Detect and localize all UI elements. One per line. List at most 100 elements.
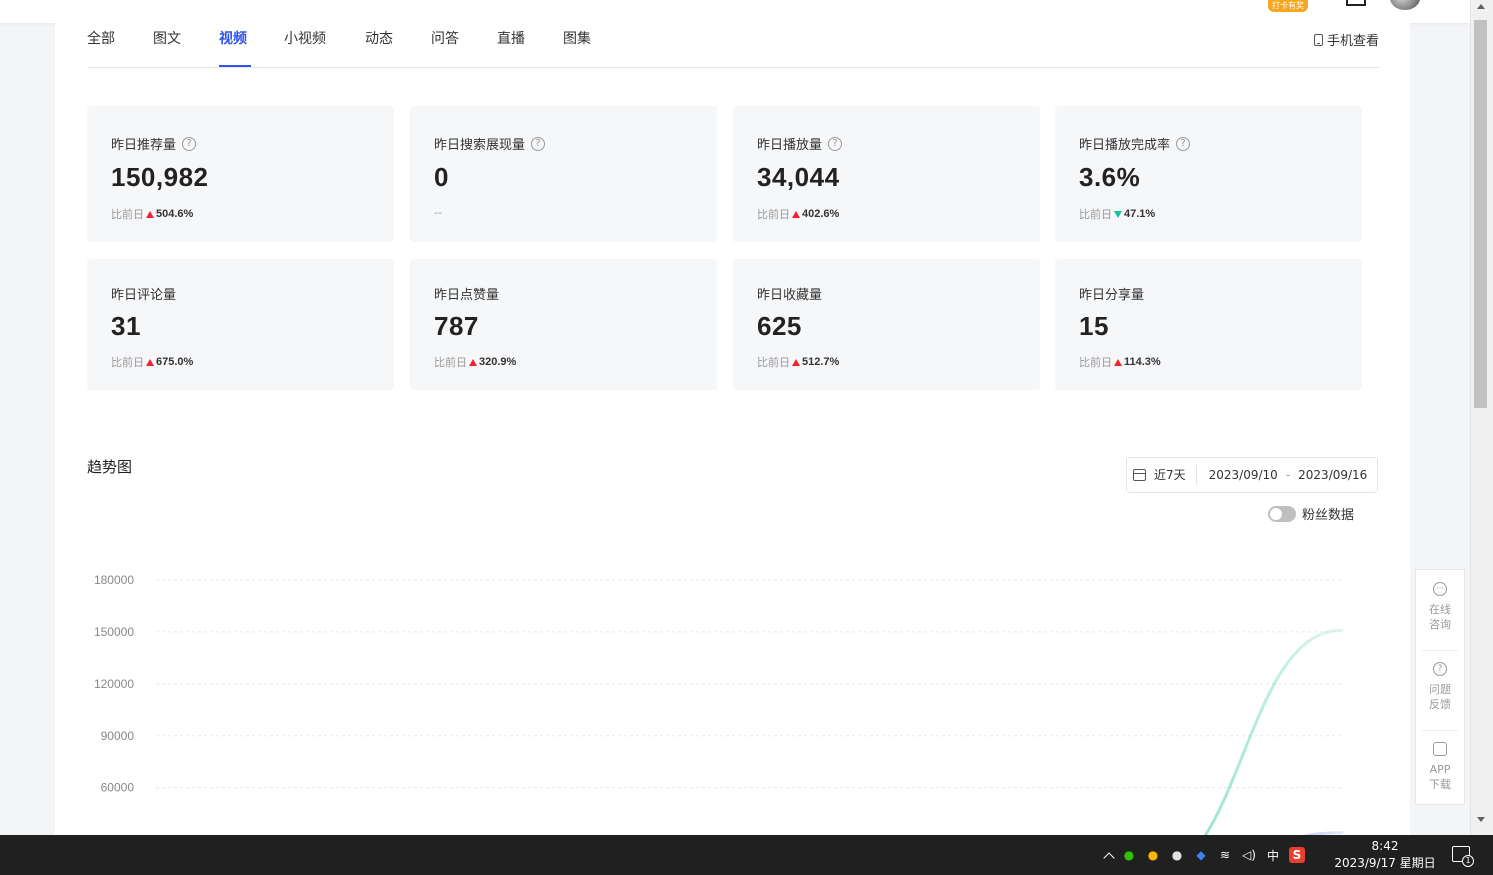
stat-card-search: 昨日搜索展现量? 0 -- xyxy=(410,106,717,242)
stat-value: 787 xyxy=(434,311,479,341)
wifi-icon[interactable]: ≋ xyxy=(1217,847,1233,863)
trend-up-icon xyxy=(469,358,477,366)
y-tick-label: 150000 xyxy=(94,625,134,639)
compare-label: 比前日 xyxy=(1079,356,1112,369)
stat-value: 3.6% xyxy=(1079,162,1141,192)
online-consult-button[interactable]: ··· 在线 咨询 xyxy=(1416,570,1464,648)
float-label: 在线 xyxy=(1429,603,1451,616)
security-shield-icon[interactable]: ◆ xyxy=(1193,847,1209,863)
compare-percent: 47.1% xyxy=(1124,208,1156,220)
stat-card-shares: 昨日分享量 15 比前日 114.3% xyxy=(1055,259,1362,390)
trend-up-icon xyxy=(792,210,800,218)
message-icon[interactable] xyxy=(1346,0,1366,6)
help-icon[interactable]: ? xyxy=(1176,136,1191,151)
tab-short-video[interactable]: 小视频 xyxy=(284,28,326,48)
compare-percent: 504.6% xyxy=(156,208,194,220)
ime-indicator[interactable]: 中 xyxy=(1265,847,1281,863)
stat-card-likes: 昨日点赞量 787 比前日 320.9% xyxy=(410,259,717,390)
float-label: 下载 xyxy=(1429,778,1451,791)
help-icon[interactable]: ? xyxy=(828,136,843,151)
show-hidden-icons-icon[interactable] xyxy=(1103,851,1115,864)
float-label: APP xyxy=(1429,763,1451,776)
date-range-picker[interactable]: 近7天 2023/09/10 - 2023/09/16 xyxy=(1126,457,1378,493)
app-icon xyxy=(1433,742,1447,756)
help-icon[interactable]: ? xyxy=(531,136,546,151)
compare-percent: 675.0% xyxy=(156,356,194,368)
stat-label: 昨日点赞量 xyxy=(434,288,500,303)
compare-label: 比前日 xyxy=(111,356,144,369)
trend-up-icon xyxy=(1114,358,1122,366)
app-download-button[interactable]: APP 下载 xyxy=(1416,730,1464,808)
tab-article[interactable]: 图文 xyxy=(153,28,181,48)
series-line-0 xyxy=(1203,628,1344,835)
start-date[interactable]: 2023/09/10 xyxy=(1209,468,1278,482)
clock-date: 2023/9/17 星期日 xyxy=(1334,856,1436,870)
top-bar: 打卡有奖 xyxy=(0,0,1470,23)
y-tick-label: 180000 xyxy=(94,573,134,587)
stat-card-recommend: 昨日推荐量? 150,982 比前日 504.6% xyxy=(87,106,394,242)
tab-all[interactable]: 全部 xyxy=(87,28,115,48)
calendar-icon xyxy=(1133,469,1146,481)
scroll-up-icon[interactable] xyxy=(1477,4,1485,9)
stat-label: 昨日播放完成率 xyxy=(1079,138,1171,153)
page-scrollbar[interactable] xyxy=(1470,0,1493,835)
trend-up-icon xyxy=(146,358,154,366)
system-tray: ● ● ● ◆ ≋ ◁) 中 S xyxy=(1103,835,1305,875)
compare-percent: 512.7% xyxy=(802,356,840,368)
mobile-view-button[interactable]: 手机查看 xyxy=(1313,30,1379,49)
stat-label: 昨日播放量 xyxy=(757,138,823,153)
qq-secondary-icon[interactable]: ● xyxy=(1169,847,1185,863)
scroll-thumb[interactable] xyxy=(1474,20,1487,408)
avatar[interactable] xyxy=(1390,0,1420,10)
scroll-down-icon[interactable] xyxy=(1477,817,1485,822)
promo-badge[interactable]: 打卡有奖 xyxy=(1268,0,1308,12)
trend-up-icon xyxy=(792,358,800,366)
fans-data-toggle[interactable] xyxy=(1268,505,1296,522)
stat-label: 昨日搜索展现量 xyxy=(434,138,526,153)
compare-label: 比前日 xyxy=(111,208,144,221)
trend-chart-svg: 180000150000120000900006000030000 xyxy=(94,573,1344,835)
stat-label: 昨日评论量 xyxy=(111,288,177,303)
volume-icon[interactable]: ◁) xyxy=(1241,847,1257,863)
stat-card-favorites: 昨日收藏量 625 比前日 512.7% xyxy=(733,259,1040,390)
end-date[interactable]: 2023/09/16 xyxy=(1298,468,1367,482)
stat-label: 昨日收藏量 xyxy=(757,288,823,303)
range-preset[interactable]: 近7天 xyxy=(1154,465,1197,485)
clock-time: 8:42 xyxy=(1371,839,1399,853)
stat-card-comments: 昨日评论量 31 比前日 675.0% xyxy=(87,259,394,390)
trend-title: 趋势图 xyxy=(87,458,133,476)
stat-label: 昨日分享量 xyxy=(1079,288,1145,303)
feedback-button[interactable]: ? 问题 反馈 xyxy=(1416,650,1464,728)
active-tab-indicator xyxy=(219,65,251,67)
tab-gallery[interactable]: 图集 xyxy=(563,28,591,48)
date-separator: - xyxy=(1285,468,1291,482)
float-label: 问题 xyxy=(1429,683,1451,696)
tab-moments[interactable]: 动态 xyxy=(365,28,393,48)
mobile-view-label: 手机查看 xyxy=(1326,34,1379,49)
windows-taskbar: ● ● ● ◆ ≋ ◁) 中 S 8:42 2023/9/17 星期日 1 xyxy=(0,835,1493,875)
y-tick-label: 90000 xyxy=(101,729,135,743)
qq-icon[interactable]: ● xyxy=(1145,847,1161,863)
compare-label: -- xyxy=(434,206,442,219)
stat-value: 31 xyxy=(111,311,141,341)
y-tick-label: 60000 xyxy=(101,781,135,795)
tab-live[interactable]: 直播 xyxy=(497,28,525,48)
clock[interactable]: 8:42 2023/9/17 星期日 xyxy=(1330,838,1440,872)
floating-help-widget: ··· 在线 咨询 ? 问题 反馈 APP 下载 xyxy=(1415,569,1465,805)
stat-value: 625 xyxy=(757,311,802,341)
tab-video[interactable]: 视频 xyxy=(219,28,247,48)
phone-icon xyxy=(1313,33,1323,46)
compare-percent: 402.6% xyxy=(802,208,840,220)
tab-qa[interactable]: 问答 xyxy=(431,28,459,48)
trend-chart: 180000150000120000900006000030000 xyxy=(80,560,1360,835)
stat-value: 150,982 xyxy=(111,162,209,192)
help-icon[interactable]: ? xyxy=(182,136,197,151)
trend-up-icon xyxy=(146,210,154,218)
compare-label: 比前日 xyxy=(757,208,790,221)
question-icon: ? xyxy=(1433,662,1447,676)
stat-label: 昨日推荐量 xyxy=(111,138,177,153)
wechat-icon[interactable]: ● xyxy=(1121,847,1137,863)
content-type-tabs: 全部 图文 视频 小视频 动态 问答 直播 图集 手机查看 xyxy=(87,23,1379,68)
fans-data-toggle-row: 粉丝数据 xyxy=(1268,504,1354,523)
sogou-input-icon[interactable]: S xyxy=(1289,847,1305,863)
